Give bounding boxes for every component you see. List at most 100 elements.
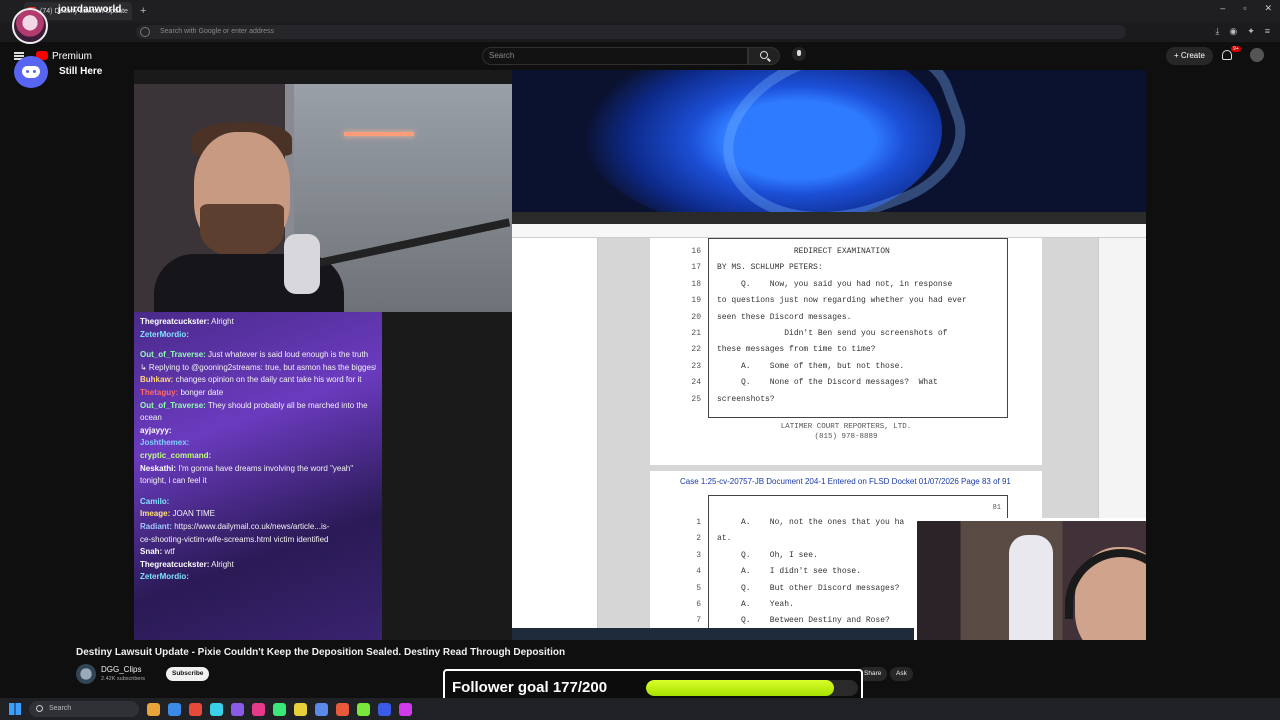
line-text: A. I didn't see those. — [717, 567, 862, 577]
chat-username[interactable]: ZeterMordio: — [140, 572, 189, 581]
taskbar-app-icon[interactable] — [168, 702, 181, 716]
transcript-line: 19 to questions just now regarding whethe… — [691, 296, 1009, 312]
chat-username[interactable]: Neskathi: — [140, 464, 176, 473]
line-text: Didn't Ben send you screenshots of — [717, 329, 948, 338]
chat-message: tonight, i can feel it — [140, 475, 376, 488]
chat-message: Imeage: JOAN TIME — [140, 508, 376, 521]
chat-text: ocean — [140, 413, 162, 423]
create-button[interactable]: + Create — [1166, 47, 1213, 65]
taskbar-app-icon[interactable] — [315, 702, 328, 716]
taskbar-app-icon[interactable] — [399, 702, 412, 716]
browser-toolbar-icons: ⤓ ◉ ✦ ≡ — [1215, 26, 1270, 37]
chat-text: Alright — [209, 559, 234, 569]
line-text: Q. Between Destiny and Rose? — [717, 616, 890, 626]
chat-username[interactable]: Imeage: — [140, 509, 170, 518]
chat-username[interactable]: Thegreatcuckster: — [140, 560, 209, 569]
line-text: REDIRECT EXAMINATION — [717, 247, 890, 256]
chat-username[interactable]: Snah: — [140, 547, 162, 556]
chat-username[interactable]: Out_of_Traverse: — [140, 350, 206, 359]
chat-username[interactable]: Radiant: — [140, 522, 172, 531]
taskbar-search[interactable]: Search — [29, 701, 139, 717]
desktop-wallpaper — [512, 70, 1146, 212]
line-text: Q. Oh, I see. — [717, 550, 818, 560]
search-input[interactable]: Search — [482, 47, 748, 65]
taskbar-app-icon[interactable] — [273, 702, 286, 716]
ask-button[interactable]: Ask — [890, 667, 913, 681]
case-header: Case 1:25-cv-20757-JB Document 204-1 Ent… — [680, 477, 1011, 486]
chat-message: Out_of_Traverse: They should probably al… — [140, 400, 376, 413]
transcript-line: 22 these messages from time to time? — [691, 345, 1009, 361]
chat-username[interactable]: Thegreatcuckster: — [140, 317, 209, 326]
windows-taskbar: Search — [0, 698, 1280, 720]
chat-username[interactable]: Out_of_Traverse: — [140, 401, 206, 410]
address-bar[interactable]: Search with Google or enter address — [136, 25, 1126, 39]
line-text: BY MS. SCHLUMP PETERS: — [717, 263, 823, 273]
streamer-webcam — [134, 84, 512, 312]
line-number: 2 — [696, 534, 701, 544]
chat-username[interactable]: ayjayyy: — [140, 426, 172, 435]
line-text: screenshots? — [717, 394, 775, 404]
taskbar-app-icon[interactable] — [357, 702, 370, 716]
puzzle-icon[interactable]: ✦ — [1247, 26, 1255, 37]
chat-text: Just whatever is said loud enough is the… — [205, 350, 369, 360]
minimize-icon[interactable]: – — [1220, 3, 1225, 14]
line-number: 5 — [696, 583, 701, 593]
transcript-line: 21 Didn't Ben send you screenshots of — [691, 329, 1009, 345]
chat-username[interactable]: Camilo: — [140, 497, 169, 506]
chat-text: bonger date — [178, 387, 224, 397]
window-controls: – ▫ ✕ — [1220, 3, 1272, 14]
search-button[interactable] — [748, 47, 780, 65]
menu-icon[interactable]: ≡ — [1265, 26, 1270, 37]
taskbar-app-icon[interactable] — [189, 702, 202, 716]
chat-username[interactable]: Buhkaw: — [140, 375, 173, 384]
taskbar-app-icon[interactable] — [252, 702, 265, 716]
line-number: 20 — [691, 312, 701, 322]
extension-icon[interactable]: ◉ — [1229, 26, 1237, 37]
line-number: 19 — [691, 296, 701, 306]
line-number: 22 — [691, 345, 701, 355]
taskbar-app-icon[interactable] — [378, 702, 391, 716]
reactor-webcam — [914, 518, 1146, 640]
maximize-icon[interactable]: ▫ — [1243, 3, 1246, 14]
channel-name[interactable]: DGG_Clips — [101, 665, 141, 674]
new-tab-button[interactable]: + — [140, 5, 146, 17]
subscribe-button[interactable]: Subscribe — [166, 667, 210, 681]
video-player[interactable]: Thegreatcuckster: Alright ZeterMordio: Out… — [134, 70, 1146, 640]
chat-username[interactable]: Joshthemex: — [140, 438, 189, 447]
transcript-line: 25 screenshots? — [691, 394, 1009, 411]
chat-message: Radiant: https://www.dailymail.co.uk/new… — [140, 521, 376, 534]
line-number: 4 — [696, 567, 701, 577]
streamer-avatar — [12, 8, 48, 44]
voice-search-icon[interactable] — [792, 47, 806, 61]
reporter-footer: LATIMER COURT REPORTERS, LTD. (815) 978-… — [650, 422, 1042, 442]
line-number: 24 — [691, 378, 701, 388]
windows-start-icon[interactable] — [9, 703, 21, 715]
taskbar-app-icon[interactable] — [231, 702, 244, 716]
chat-message: ZeterMordio: — [140, 571, 376, 584]
chat-username[interactable]: Thetaguy: — [140, 388, 178, 397]
address-bar-row: Search with Google or enter address ⤓ ◉ … — [0, 22, 1280, 42]
account-avatar[interactable] — [1250, 48, 1264, 62]
chat-separator — [140, 488, 376, 496]
video-title: Destiny Lawsuit Update - Pixie Couldn't … — [76, 647, 566, 658]
transcript-box: 16 REDIRECT EXAMINATION 17 BY MS. SCHLUMP … — [691, 238, 1009, 418]
transcript-line: 23 A. Some of them, but not those. — [691, 361, 1009, 378]
taskbar-app-icon[interactable] — [336, 702, 349, 716]
taskbar-app-icon[interactable] — [210, 702, 223, 716]
notifications-bell-icon[interactable] — [1222, 50, 1232, 60]
chat-text: They should probably all be marched into… — [205, 400, 368, 410]
window-close-icon[interactable]: ✕ — [1264, 3, 1272, 14]
chat-text: ↳ Replying to @gooning2streams: true, bu… — [140, 362, 376, 372]
line-text: A. Some of them, but not those. — [717, 361, 905, 371]
google-icon — [140, 27, 150, 37]
line-text: Q. But other Discord messages? — [717, 583, 900, 593]
chat-username[interactable]: ZeterMordio: — [140, 330, 189, 339]
line-number: 6 — [696, 600, 701, 609]
channel-avatar[interactable] — [76, 664, 96, 684]
chat-text: Alright — [209, 317, 234, 326]
taskbar-app-icon[interactable] — [147, 702, 160, 716]
chat-username[interactable]: cryptic_command: — [140, 451, 211, 460]
download-icon[interactable]: ⤓ — [1215, 26, 1219, 37]
line-text: at. — [717, 534, 732, 544]
taskbar-app-icon[interactable] — [294, 702, 307, 716]
